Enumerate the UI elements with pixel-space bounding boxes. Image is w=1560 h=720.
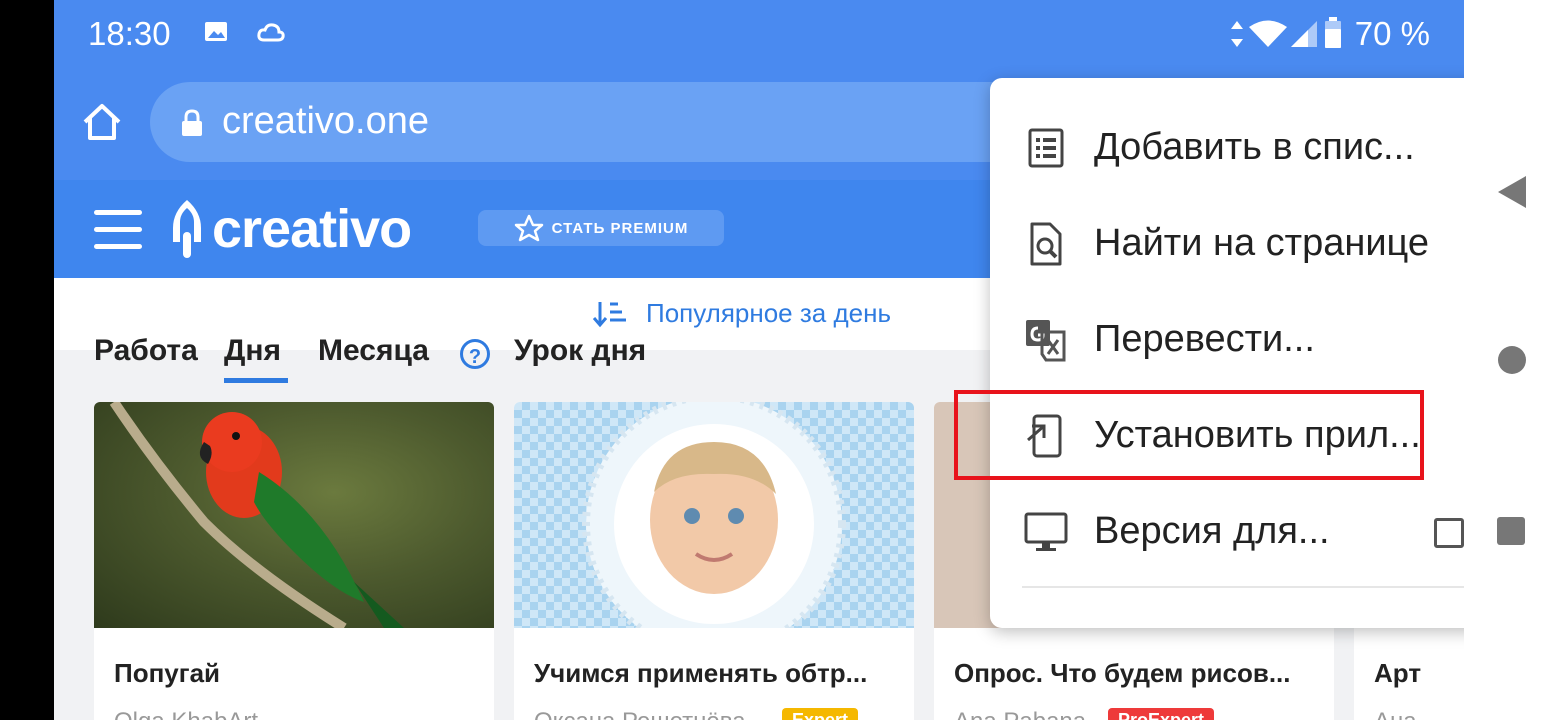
battery-percent: 70 % [1354, 15, 1430, 52]
card-parrot[interactable]: Попугай Olga KhabArt [94, 402, 494, 720]
card-image-parrot[interactable] [94, 402, 494, 628]
image-icon [205, 22, 227, 41]
tab-lesson-of-day[interactable]: Урок дня [514, 334, 646, 368]
card-lesson[interactable]: Учимся применять обтр... Оксана Решетнёв… [514, 402, 914, 720]
translate-icon [1026, 320, 1066, 362]
card-title[interactable]: Опрос. Что будем рисов... [954, 658, 1291, 689]
logo-text: creativo [212, 199, 412, 259]
home-circle-icon[interactable] [1496, 344, 1528, 376]
card-title[interactable]: Учимся применять обтр... [534, 658, 867, 689]
premium-label: СТАТЬ PREMIUM [551, 219, 689, 237]
signal-icon [1291, 21, 1317, 47]
phone-screen: 18:30 70 % creativo.one creativo СТАТЬ P… [54, 0, 1464, 720]
site-logo[interactable]: creativo [170, 194, 412, 264]
menu-item-install-app[interactable]: Установить прил... [990, 388, 1464, 484]
browser-overflow-menu: Добавить в спис... Найти на странице Пер… [990, 78, 1464, 628]
menu-item-label: Установить прил... [1094, 414, 1421, 456]
wifi-icon [1249, 20, 1287, 47]
parrot-illustration [109, 402, 404, 628]
menu-item-add-to-list[interactable]: Добавить в спис... [990, 100, 1464, 196]
cloud-icon [257, 23, 285, 42]
desktop-version-checkbox[interactable] [1434, 518, 1464, 548]
tab-month[interactable]: Месяца [318, 334, 429, 368]
desktop-icon [1024, 512, 1068, 551]
tab-day[interactable]: Дня [224, 334, 281, 368]
menu-item-label: Версия для... [1094, 510, 1330, 552]
install-app-icon [1027, 414, 1062, 458]
recent-apps-icon[interactable] [1496, 516, 1526, 546]
list-icon [1028, 128, 1064, 168]
menu-item-desktop-version[interactable]: Версия для... [990, 484, 1464, 580]
find-in-page-icon [1030, 222, 1062, 266]
data-arrows-icon [1231, 21, 1243, 47]
card-title[interactable]: Попугай [114, 658, 220, 689]
menu-item-label: Перевести... [1094, 318, 1315, 360]
lock-icon [182, 109, 202, 136]
proexpert-badge: ProExpert [1108, 708, 1215, 720]
star-icon [514, 214, 543, 242]
sort-label[interactable]: Популярное за день [646, 298, 891, 329]
hamburger-menu-icon[interactable] [94, 210, 142, 249]
battery-icon [1325, 17, 1341, 48]
back-icon[interactable] [1496, 174, 1528, 210]
expert-badge: Expert [782, 708, 859, 720]
menu-divider [1022, 586, 1464, 588]
tab-label-work: Работа [94, 334, 198, 367]
menu-item-find-in-page[interactable]: Найти на странице [990, 196, 1464, 292]
status-time: 18:30 [88, 15, 171, 52]
menu-item-translate[interactable]: Перевести... [990, 292, 1464, 388]
card-image-baby[interactable] [514, 402, 914, 628]
menu-item-label: Добавить в спис... [1094, 126, 1415, 168]
baby-frame-illustration [582, 402, 846, 628]
active-tab-underline [224, 378, 288, 383]
home-icon[interactable] [80, 100, 124, 144]
card-author[interactable]: Ана [1374, 708, 1417, 720]
url-text: creativo.one [222, 100, 430, 142]
become-premium-button[interactable]: СТАТЬ PREMIUM [478, 210, 724, 246]
card-author[interactable]: Olga KhabArt [114, 708, 258, 720]
card-title[interactable]: Арт [1374, 658, 1421, 689]
menu-item-label: Найти на странице [1094, 222, 1430, 264]
help-icon[interactable]: ? [460, 339, 490, 369]
card-author[interactable]: Оксана Решетнёва [534, 708, 746, 720]
sort-icon[interactable] [592, 300, 628, 328]
logo-brush-icon [173, 200, 201, 258]
card-author[interactable]: Ana Pabana [954, 708, 1086, 720]
status-bar: 18:30 70 % [54, 0, 1464, 70]
android-nav-bar [1464, 0, 1560, 720]
